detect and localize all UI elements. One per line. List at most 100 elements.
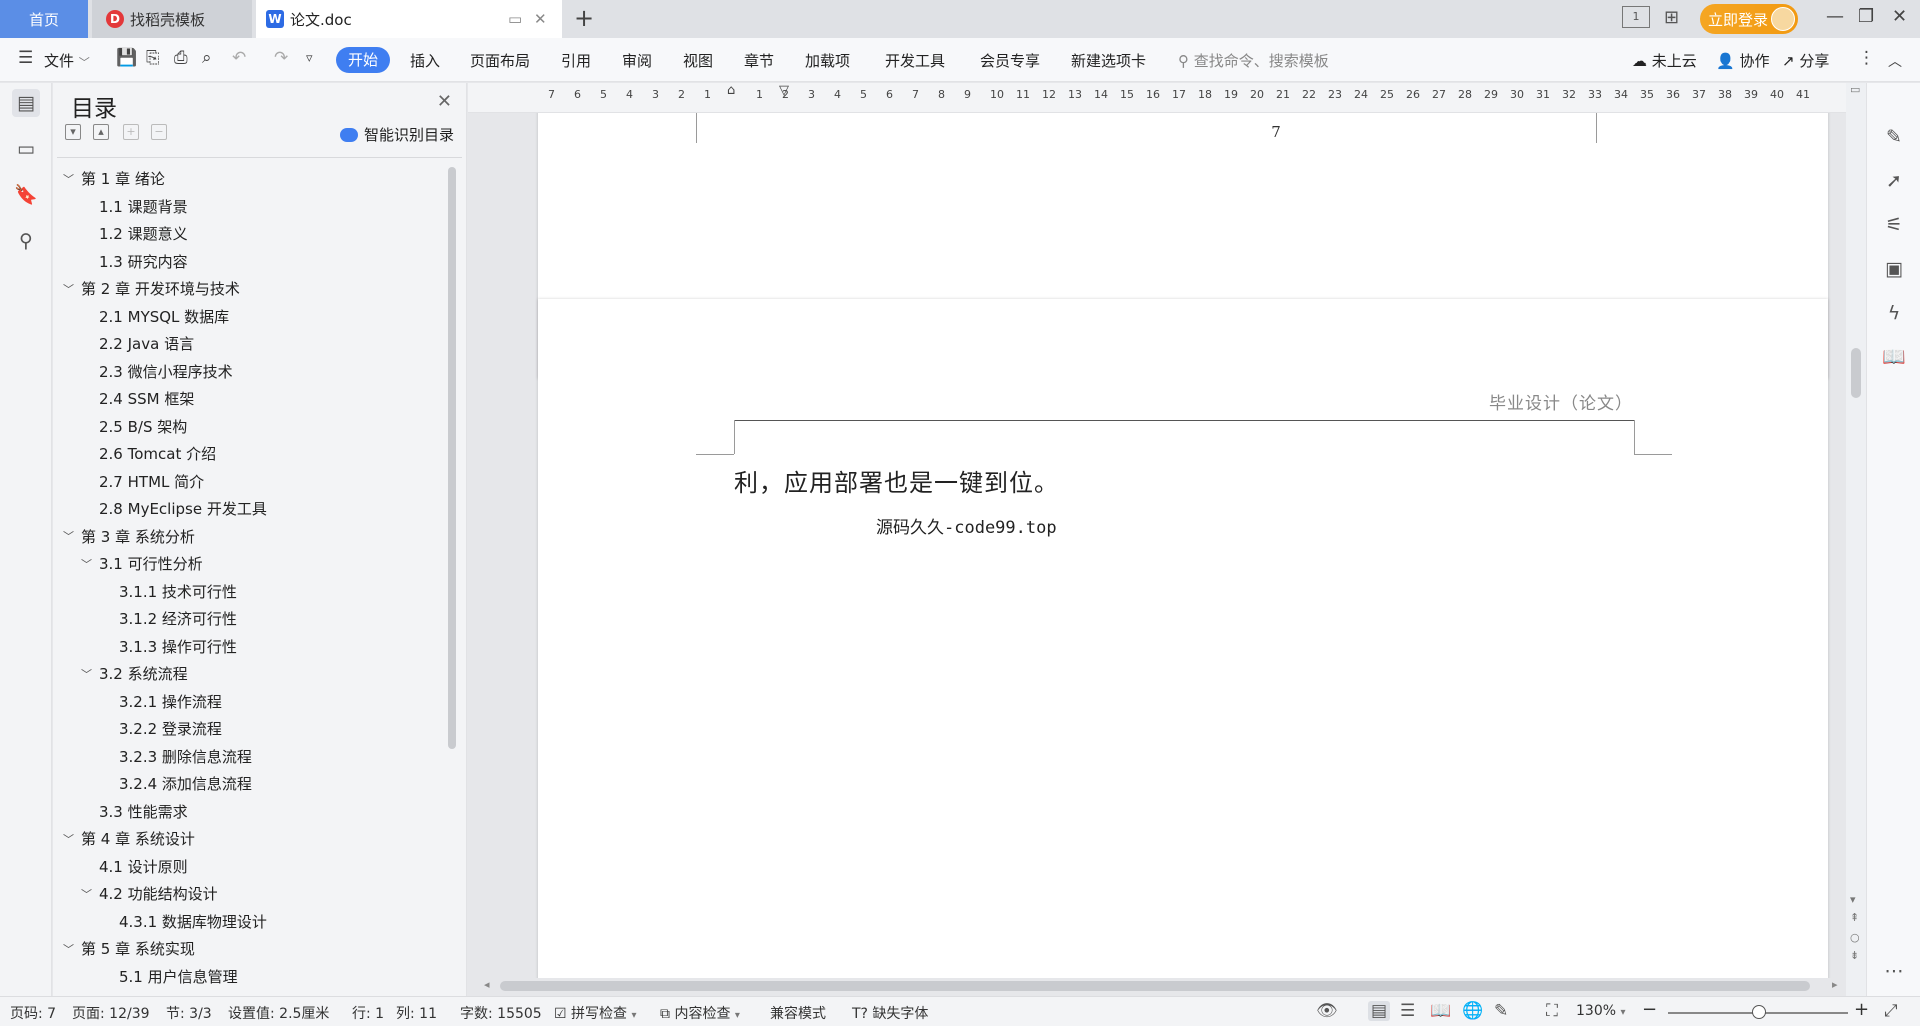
chevron-down-icon[interactable]: ﹀ xyxy=(81,556,99,572)
body-text-line[interactable]: 利，应用部署也是一键到位。 xyxy=(734,463,1059,498)
chevron-down-icon[interactable]: ﹀ xyxy=(81,886,99,902)
tab-document[interactable]: W 论文.doc ▭ ✕ xyxy=(256,0,562,38)
outline-view-icon[interactable]: ☰ xyxy=(1400,1001,1415,1021)
fit-page-icon[interactable]: ⛶ xyxy=(1546,1001,1558,1021)
login-button[interactable]: 立即登录 xyxy=(1700,4,1798,34)
tab-review[interactable]: 审阅 xyxy=(622,50,652,71)
expand-all-icon[interactable]: ▾ xyxy=(65,124,81,140)
collaborate-button[interactable]: 👤 协作 xyxy=(1716,50,1769,71)
write-mode-icon[interactable]: ✎ xyxy=(1494,1001,1508,1021)
ruler-toggle-icon[interactable]: ▭ xyxy=(1850,83,1860,96)
more-icon[interactable]: ⋯ xyxy=(1882,959,1906,983)
prev-page-icon[interactable]: ⇞ xyxy=(1850,911,1859,924)
command-search[interactable]: ⚲ 查找命令、搜索模板 xyxy=(1178,50,1329,71)
content-check-button[interactable]: ⧉ 内容检查 ▾ xyxy=(660,1003,740,1023)
toc-item[interactable]: 3.1.3 操作可行性 xyxy=(119,633,237,660)
chevron-up-icon[interactable]: ︿ xyxy=(1888,51,1902,71)
toc-item[interactable]: ﹀ 3.1 可行性分析 xyxy=(81,550,203,577)
missing-font-button[interactable]: T? 缺失字体 xyxy=(852,1003,928,1023)
toc-item[interactable]: 2.8 MyEclipse 开发工具 xyxy=(99,495,267,522)
first-line-indent-marker-icon[interactable]: ▽ xyxy=(779,83,789,98)
quick-access-dropdown-icon[interactable]: ▿ xyxy=(306,51,313,66)
toc-item[interactable]: 4.3.1 数据库物理设计 xyxy=(119,908,267,935)
toc-item[interactable]: 3.2.4 添加信息流程 xyxy=(119,770,252,797)
image-edit-icon[interactable]: ▣ xyxy=(1882,257,1906,281)
chevron-down-icon[interactable]: ﹀ xyxy=(81,666,99,682)
toc-item[interactable]: 2.4 SSM 框架 xyxy=(99,385,194,412)
toc-item[interactable]: 3.3 性能需求 xyxy=(99,798,188,825)
scroll-down-icon[interactable]: ▾ xyxy=(1850,893,1856,906)
select-browse-object-icon[interactable]: ○ xyxy=(1850,931,1860,944)
collapse-all-icon[interactable]: ▴ xyxy=(93,124,109,140)
document-page-current[interactable]: 毕业设计（论文） 利，应用部署也是一键到位。 源码久久-code99.top xyxy=(538,299,1828,978)
tab-float-icon[interactable]: ▭ xyxy=(508,10,522,28)
zoom-in-icon[interactable]: + xyxy=(1854,999,1869,1020)
chevron-down-icon[interactable]: ﹀ xyxy=(63,528,81,544)
layout-single-button[interactable]: 1 xyxy=(1622,6,1650,28)
restore-icon[interactable]: ❐ xyxy=(1858,6,1874,27)
hamburger-menu-icon[interactable]: ☰ xyxy=(18,48,33,68)
tab-addins[interactable]: 加载项 xyxy=(805,50,850,71)
next-page-icon[interactable]: ⇟ xyxy=(1850,949,1859,962)
scroll-left-icon[interactable]: ◂ xyxy=(484,978,490,991)
toc-item[interactable]: 3.2.2 登录流程 xyxy=(119,715,222,742)
cloud-button[interactable]: ☁ 未上云 xyxy=(1632,50,1697,71)
close-window-icon[interactable]: ✕ xyxy=(1892,6,1907,27)
cursor-select-icon[interactable]: ➚ xyxy=(1882,169,1906,193)
toc-item[interactable]: 1.1 课题背景 xyxy=(99,193,188,220)
tab-template[interactable]: D 找稻壳模板 xyxy=(92,0,252,38)
zoom-slider-knob[interactable] xyxy=(1752,1005,1766,1019)
web-view-icon[interactable]: 🌐 xyxy=(1462,1001,1483,1021)
more-options-icon[interactable]: ⋮ xyxy=(1858,48,1875,68)
toc-item[interactable]: ﹀ 第 2 章 开发环境与技术 xyxy=(63,275,240,302)
toc-item[interactable]: 2.3 微信小程序技术 xyxy=(99,358,233,385)
minimize-icon[interactable]: — xyxy=(1826,6,1844,27)
toc-scrollbar[interactable] xyxy=(448,167,456,749)
toc-item[interactable]: 5.1 用户信息管理 xyxy=(119,963,238,988)
toc-item[interactable]: ﹀ 第 1 章 绪论 xyxy=(63,165,165,192)
toc-item[interactable]: 2.5 B/S 架构 xyxy=(99,413,187,440)
chevron-down-icon[interactable]: ﹀ xyxy=(63,941,81,957)
tab-page-layout[interactable]: 页面布局 xyxy=(470,50,530,71)
add-heading-icon[interactable]: + xyxy=(123,124,139,140)
toc-item[interactable]: 2.1 MYSQL 数据库 xyxy=(99,303,229,330)
page-view-icon[interactable]: ▤ xyxy=(1368,1001,1391,1021)
toc-item[interactable]: 1.2 课题意义 xyxy=(99,220,188,247)
toc-item[interactable]: 3.2.3 删除信息流程 xyxy=(119,743,252,770)
toc-item[interactable]: 1.3 研究内容 xyxy=(99,248,188,275)
toc-item[interactable]: 3.1.2 经济可行性 xyxy=(119,605,237,632)
toc-item[interactable]: 2.2 Java 语言 xyxy=(99,330,194,357)
pen-icon[interactable]: ✎ xyxy=(1882,125,1906,149)
export-pdf-icon[interactable]: ⎘ xyxy=(146,48,160,68)
toc-item[interactable]: 3.1.1 技术可行性 xyxy=(119,578,237,605)
book-icon[interactable]: 📖 xyxy=(1882,345,1906,369)
vertical-scrollbar[interactable]: ▭ ▾ ⇞ ○ ⇟ xyxy=(1846,83,1866,996)
chevron-down-icon[interactable]: ﹀ xyxy=(63,281,81,297)
eye-protect-icon[interactable]: 👁 xyxy=(1316,1001,1338,1021)
spellcheck-button[interactable]: ☑ 拼写检查 ▾ xyxy=(554,1003,637,1023)
zoom-level[interactable]: 130% ▾ xyxy=(1576,1003,1626,1019)
toc-item[interactable]: ﹀ 3.2 系统流程 xyxy=(81,660,188,687)
lightning-icon[interactable]: ϟ xyxy=(1882,301,1906,325)
tab-developer[interactable]: 开发工具 xyxy=(885,50,945,71)
zoom-out-icon[interactable]: − xyxy=(1642,999,1657,1020)
toc-item[interactable]: 3.2.1 操作流程 xyxy=(119,688,222,715)
toc-item[interactable]: ﹀ 4.2 功能结构设计 xyxy=(81,880,218,907)
tab-insert[interactable]: 插入 xyxy=(410,50,440,71)
file-menu[interactable]: 文件 ﹀ xyxy=(44,50,90,71)
new-tab-icon[interactable]: + xyxy=(574,4,594,32)
toc-item[interactable]: 4.1 设计原则 xyxy=(99,853,188,880)
toc-item[interactable]: 2.7 HTML 简介 xyxy=(99,468,204,495)
horizontal-ruler[interactable]: 7 6 5 4 3 2 1 1 2 3 4 5 6 7 8 9 10 11 12 13 14 15 16 17 18 19 20 21… xyxy=(468,83,1848,113)
chevron-down-icon[interactable]: ﹀ xyxy=(63,171,81,187)
tab-view[interactable]: 视图 xyxy=(683,50,713,71)
navigation-icon[interactable]: ▭ xyxy=(12,135,40,163)
tab-new-tab[interactable]: 新建选项卡 xyxy=(1071,50,1146,71)
status-page[interactable]: 页面: 12/39 xyxy=(72,1003,150,1023)
vertical-scroll-thumb[interactable] xyxy=(1851,348,1861,398)
print-icon[interactable]: ⎙ xyxy=(174,48,188,68)
grid-view-icon[interactable]: ⊞ xyxy=(1664,7,1679,28)
tab-references[interactable]: 引用 xyxy=(561,50,591,71)
compat-mode-label[interactable]: 兼容模式 xyxy=(770,1003,826,1023)
close-icon[interactable]: ✕ xyxy=(437,91,452,112)
